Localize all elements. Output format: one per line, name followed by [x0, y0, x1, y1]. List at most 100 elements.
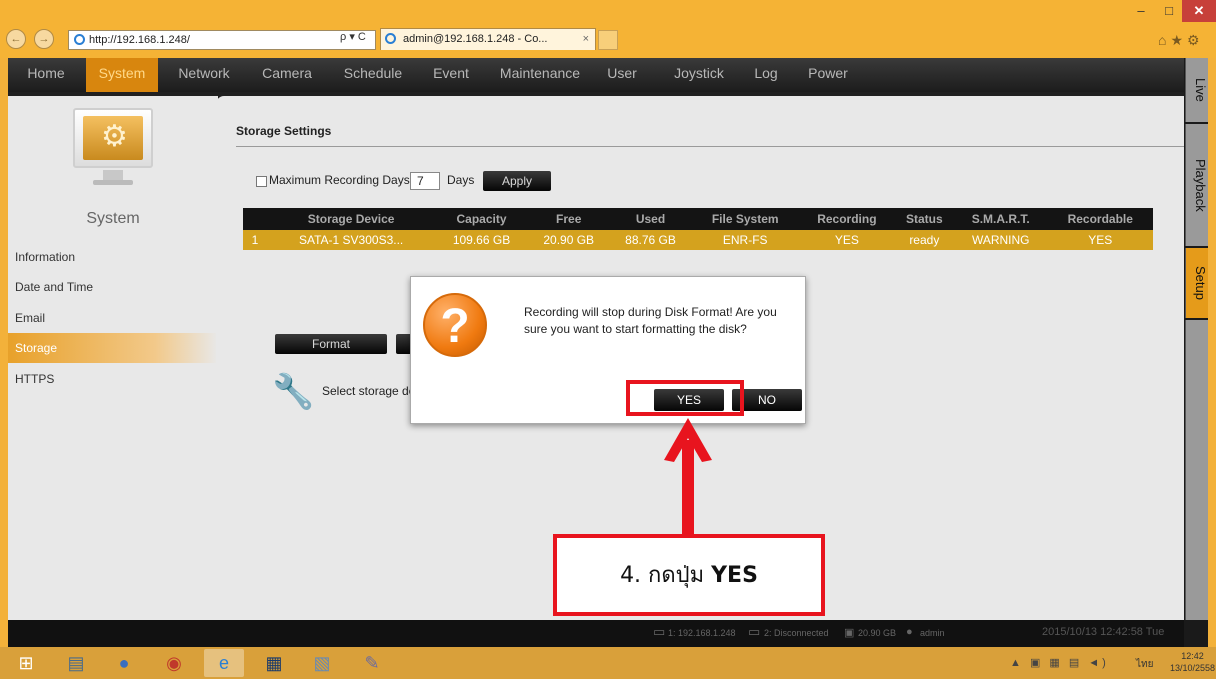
yes-highlight-box [626, 380, 744, 416]
menu-camera[interactable]: Camera [252, 58, 322, 92]
col-file-system: File System [691, 208, 799, 230]
side-tab-live[interactable]: Live [1185, 58, 1208, 122]
max-days-checkbox[interactable] [256, 176, 267, 187]
col-smart: S.M.A.R.T. [953, 208, 1048, 230]
storage-table: Storage Device Capacity Free Used File S… [243, 208, 1153, 250]
menu-log[interactable]: Log [746, 58, 786, 92]
instruction-callout: 4. กดปุ่ม YES [553, 534, 825, 616]
cell-file-system: ENR-FS [691, 230, 799, 250]
menu-network[interactable]: Network [166, 58, 242, 92]
cell-smart: WARNING [953, 230, 1048, 250]
cell-used: 88.76 GB [609, 230, 692, 250]
address-bar[interactable]: http://192.168.1.248/ [68, 30, 376, 50]
browser-tab[interactable]: admin@192.168.1.248 - Co... × [380, 28, 596, 50]
menu-joystick[interactable]: Joystick [664, 58, 734, 92]
col-used: Used [609, 208, 692, 230]
col-capacity: Capacity [435, 208, 528, 230]
menu-schedule[interactable]: Schedule [334, 58, 412, 92]
tray-date: 13/10/2558 [1170, 663, 1216, 673]
monitor-status-icon: ▭ [653, 624, 666, 639]
internet-explorer-icon[interactable]: e [204, 649, 244, 677]
wrench-icon: 🔧 [272, 373, 315, 411]
side-tab-empty [1185, 320, 1208, 620]
cell-index: 1 [243, 230, 267, 250]
days-unit-label: Days [447, 173, 475, 187]
sidebar-title: System [86, 210, 140, 227]
language-indicator[interactable]: ไทย [1136, 657, 1153, 672]
image-app-icon[interactable]: ▧ [302, 649, 342, 677]
user-icon: ● [906, 626, 913, 638]
paint-icon[interactable]: ✎ [352, 649, 392, 677]
disk-icon: ▣ [844, 627, 855, 639]
disk-free-status: 20.90 GB [858, 628, 897, 638]
url-text: http://192.168.1.248/ [89, 34, 190, 46]
status-bar: ▭ 1: 192.168.1.248 ▭ 2: Disconnected ▣ 2… [8, 620, 1184, 647]
question-icon: ? [423, 293, 487, 357]
monitor-base [93, 180, 133, 185]
col-recording: Recording [799, 208, 895, 230]
cell-capacity: 109.66 GB [435, 230, 528, 250]
side-tab-setup[interactable]: Setup [1185, 248, 1208, 318]
tab-ie-icon [385, 33, 396, 44]
monitor-disconnected-icon: ▭ [748, 624, 761, 639]
ie-logo-icon [74, 34, 85, 45]
cell-device: SATA-1 SV300S3... [267, 230, 436, 250]
minimize-button[interactable]: ‒ [1128, 0, 1154, 22]
col-recordable: Recordable [1047, 208, 1153, 230]
tab-close-icon[interactable]: × [583, 29, 589, 49]
taskbar: ⊞ ▤ ● ◉ e ▦ ▧ ✎ ▲ ▣ ▦ ▤ ◄) ไทย 12:42 13/… [0, 647, 1216, 679]
menu-system[interactable]: System [86, 58, 158, 92]
start-button[interactable]: ⊞ [6, 649, 46, 677]
cell-status: ready [894, 230, 954, 250]
sidebar-item-https[interactable]: HTTPS [8, 364, 218, 394]
menu-maintenance[interactable]: Maintenance [488, 58, 592, 92]
menu-user[interactable]: User [598, 58, 646, 92]
table-row[interactable]: 1 SATA-1 SV300S3... 109.66 GB 20.90 GB 8… [243, 230, 1153, 250]
network-app-icon[interactable]: ▦ [254, 649, 294, 677]
channel1-status: 1: 192.168.1.248 [668, 628, 736, 638]
file-explorer-icon[interactable]: ▤ [56, 649, 96, 677]
format-button[interactable]: Format [275, 334, 387, 354]
forward-button[interactable]: → [34, 29, 54, 49]
dialog-message: Recording will stop during Disk Format! … [524, 305, 777, 336]
top-menu: Home System Network Camera Schedule Even… [8, 58, 1184, 92]
sidebar-item-storage[interactable]: Storage [8, 333, 218, 363]
search-refresh-icons[interactable]: ρ ▾ C [340, 30, 366, 43]
side-tab-playback[interactable]: Playback [1185, 124, 1208, 246]
col-index [243, 208, 267, 230]
max-days-label: Maximum Recording Days [269, 173, 410, 187]
maximize-button[interactable]: □ [1156, 0, 1182, 22]
cell-recording: YES [799, 230, 895, 250]
callout-bold: YES [711, 563, 758, 588]
toolbar-icons[interactable]: ⌂★⚙ [1158, 32, 1204, 49]
close-window-button[interactable]: ✕ [1182, 0, 1216, 22]
status-datetime: 2015/10/13 12:42:58 Tue [1042, 626, 1165, 638]
arrow-shaft [682, 440, 694, 536]
app-icon[interactable]: ● [104, 649, 144, 677]
col-free: Free [527, 208, 610, 230]
system-monitor-icon: ⚙ [73, 108, 153, 168]
sidebar-item-email[interactable]: Email [8, 303, 218, 333]
menu-power[interactable]: Power [798, 58, 858, 92]
col-status: Status [894, 208, 954, 230]
system-tray-icons[interactable]: ▲ ▣ ▦ ▤ ◄) [1010, 656, 1109, 669]
sidebar-item-date-time[interactable]: Date and Time [8, 272, 218, 302]
page-title: Storage Settings [236, 124, 332, 138]
tray-time: 12:42 [1181, 651, 1204, 661]
user-status: admin [920, 628, 945, 638]
chrome-icon[interactable]: ◉ [154, 649, 194, 677]
tray-clock[interactable]: 12:42 13/10/2558 [1170, 650, 1215, 674]
new-tab-button[interactable] [598, 30, 618, 50]
apply-button[interactable]: Apply [483, 171, 551, 191]
max-days-input[interactable]: 7 [410, 172, 440, 190]
menu-home[interactable]: Home [12, 58, 80, 92]
divider [236, 146, 1184, 147]
monitor-stand [103, 170, 123, 180]
tab-title: admin@192.168.1.248 - Co... [403, 33, 548, 45]
callout-text: 4. กดปุ่ม [620, 563, 705, 588]
cell-recordable: YES [1047, 230, 1153, 250]
menu-event[interactable]: Event [422, 58, 480, 92]
gear-icon: ⚙ [101, 120, 128, 153]
back-button[interactable]: ← [6, 29, 26, 49]
sidebar-item-information[interactable]: Information [8, 242, 218, 272]
